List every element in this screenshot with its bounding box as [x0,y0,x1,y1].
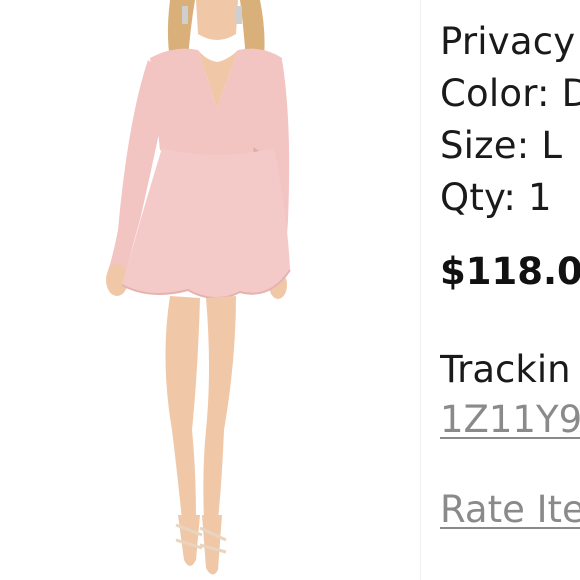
brand-line: Privacy [440,20,576,63]
rate-item-link[interactable]: Rate Ite [440,488,580,532]
size-label: Size: L [440,124,563,167]
order-item-details: Privacy Color: D Size: L Qty: 1 $118.00 … [440,0,580,580]
divider [420,0,421,580]
model-figure [106,0,291,575]
product-image[interactable] [0,0,420,580]
price: $118.00 [440,250,580,293]
qty-label: Qty: 1 [440,176,552,219]
color-label: Color: D [440,72,580,115]
tracking-label: Trackin [440,348,571,391]
tracking-number-link[interactable]: 1Z11Y979 [440,398,580,442]
